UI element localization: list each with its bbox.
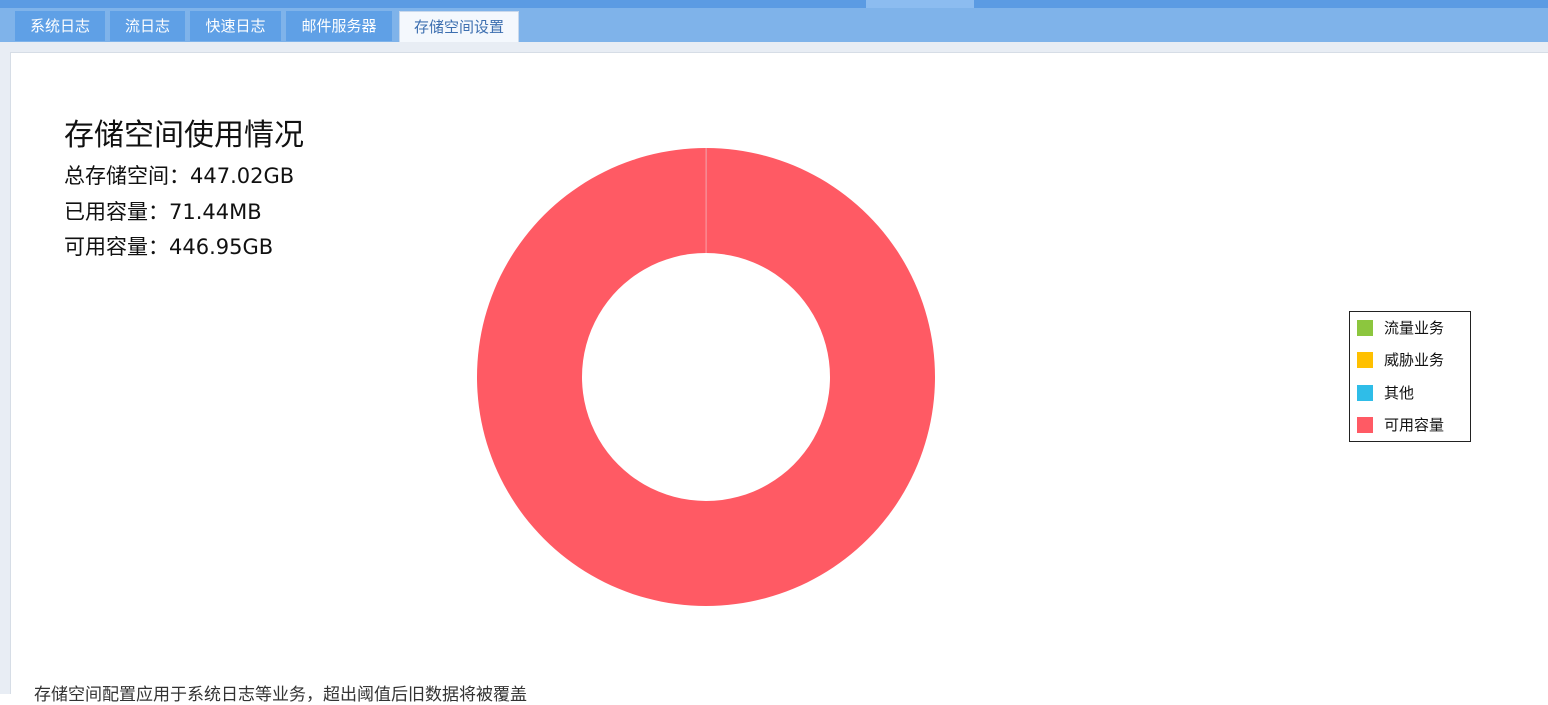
legend-label-traffic: 流量业务 [1384,318,1444,338]
legend-label-threat: 威胁业务 [1384,350,1444,370]
legend-swatch-threat [1357,352,1373,368]
legend-label-other: 其他 [1384,383,1414,403]
storage-donut-chart [0,0,1548,694]
legend-label-available: 可用容量 [1384,415,1444,435]
chart-legend: 流量业务 威胁业务 其他 可用容量 [1349,311,1471,442]
legend-swatch-available [1357,417,1373,433]
legend-swatch-traffic [1357,320,1373,336]
bottom-note: 存储空间配置应用于系统日志等业务，超出阈值后旧数据将被覆盖 [34,680,527,705]
donut-slices [477,148,935,606]
legend-swatch-other [1357,385,1373,401]
